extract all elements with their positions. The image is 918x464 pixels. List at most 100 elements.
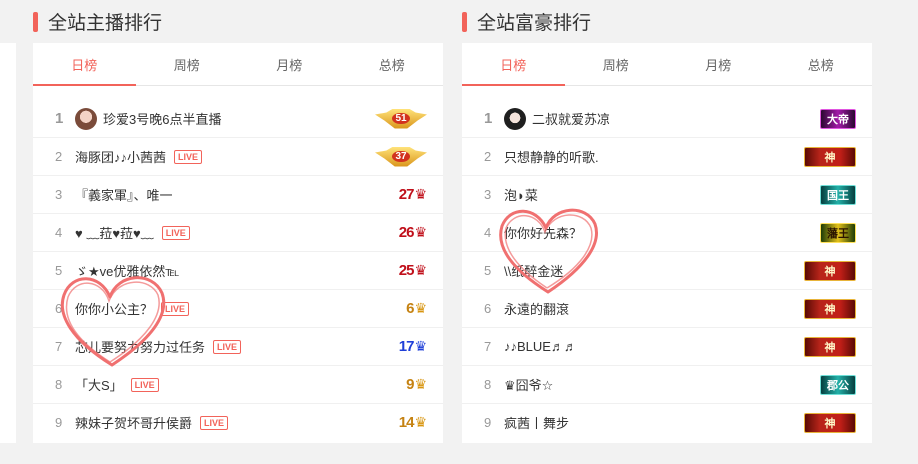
- live-badge: LIVE: [161, 225, 190, 240]
- rank-number: 8: [55, 377, 63, 392]
- user-name[interactable]: 只想静静的听歌.: [504, 147, 599, 166]
- user-name[interactable]: 你你好先森？: [504, 223, 582, 242]
- rank-number: 3: [55, 187, 63, 202]
- avatar[interactable]: [75, 107, 97, 130]
- rank-number: 2: [484, 149, 492, 164]
- section-title: 全站富豪排行: [477, 13, 592, 34]
- list-item[interactable]: 5 \\纸醉金迷 神: [462, 252, 872, 290]
- ranking-panel: 日榜 周榜 月榜 总榜 1 珍爱3号晚6点半直播 51 2 海豚团♪♪小茜茜 LIVE 37…: [33, 43, 443, 443]
- level-number: 9: [406, 376, 414, 393]
- list-item[interactable]: 8 「大S」 LIVE 9 ♛: [33, 366, 443, 404]
- anchor-name[interactable]: ゞ★ve优雅依然℡: [75, 261, 179, 280]
- tab-daily[interactable]: 日榜: [33, 43, 136, 86]
- tab-daily[interactable]: 日榜: [462, 43, 565, 86]
- list-item[interactable]: 6 永遠的翻滾 神: [462, 290, 872, 328]
- live-badge: LIVE: [161, 301, 190, 316]
- live-badge: LIVE: [200, 415, 229, 430]
- anchor-name[interactable]: 珍爱3号晚6点半直播: [103, 109, 221, 128]
- ranking-tabs: 日榜 周榜 月榜 总榜: [462, 43, 872, 86]
- rank-title-badge: 神: [804, 336, 856, 357]
- crown-icon: ♛: [414, 338, 427, 354]
- rich-ranking-section: 全站富豪排行 日榜 周榜 月榜 总榜 1 二叔就爱苏凉 大帝 2 只想静静的听歌. 神 3 泡…: [462, 0, 872, 443]
- user-name[interactable]: ♛囧爷☆: [504, 375, 553, 394]
- rank-title: 郡公: [820, 374, 856, 395]
- list-item[interactable]: 4 ♥ ﹏菈♥菈♥﹏ LIVE 26 ♛: [33, 214, 443, 252]
- tab-monthly[interactable]: 月榜: [238, 43, 341, 85]
- level-number: 14: [398, 414, 415, 431]
- section-header: 全站富豪排行: [462, 0, 872, 43]
- wing-level-icon: 37: [375, 146, 427, 167]
- rank-title: 藩王: [820, 222, 856, 243]
- list-item[interactable]: 3 『義家軍』、唯一 27 ♛: [33, 176, 443, 214]
- rank-title-badge: 神: [804, 146, 856, 167]
- section-marker: [33, 11, 38, 32]
- list-item[interactable]: 2 只想静静的听歌. 神: [462, 138, 872, 176]
- tab-total[interactable]: 总榜: [770, 43, 873, 85]
- rank-title-badge: 神: [804, 298, 856, 319]
- level-badge: 37: [375, 146, 427, 167]
- list-item[interactable]: 2 海豚团♪♪小茜茜 LIVE 37: [33, 138, 443, 176]
- wing-level-icon: 51: [375, 108, 427, 129]
- list-item[interactable]: 3 泡◗菜 国王: [462, 176, 872, 214]
- rank-number: 6: [55, 301, 63, 316]
- rank-number: 4: [484, 225, 492, 240]
- live-badge: LIVE: [130, 377, 159, 392]
- tab-total[interactable]: 总榜: [341, 43, 444, 85]
- level-number: 37: [392, 151, 410, 162]
- anchor-name[interactable]: 你你小公主？: [75, 299, 153, 318]
- list-item[interactable]: 9 疯茜丨舞步 神: [462, 404, 872, 441]
- ranking-panel: 日榜 周榜 月榜 总榜 1 二叔就爱苏凉 大帝 2 只想静静的听歌. 神 3 泡◗菜 国王 4 你你…: [462, 43, 872, 443]
- rank-number: 9: [55, 415, 63, 430]
- level-badge: 27 ♛: [399, 186, 427, 203]
- level-badge: 14 ♛: [399, 414, 427, 431]
- rank-number: 7: [484, 339, 492, 354]
- anchor-name[interactable]: 「大S」: [75, 375, 123, 394]
- list-item[interactable]: 7 ♪♪BLUE♬♬ 神: [462, 328, 872, 366]
- adjacent-panel-edge: [0, 43, 16, 443]
- tab-monthly[interactable]: 月榜: [667, 43, 770, 85]
- rank-title: 神: [804, 298, 856, 319]
- anchor-name[interactable]: 芯儿要努力努力过任务: [75, 337, 205, 356]
- level-badge: 17 ♛: [399, 338, 427, 355]
- user-name[interactable]: 永遠的翻滾: [504, 299, 569, 318]
- crown-icon: ♛: [414, 262, 427, 278]
- crown-icon: ♛: [414, 300, 427, 316]
- user-name[interactable]: 泡◗菜: [504, 185, 538, 204]
- list-item[interactable]: 8 ♛囧爷☆ 郡公: [462, 366, 872, 404]
- list-item[interactable]: 6 你你小公主？ LIVE 6 ♛: [33, 290, 443, 328]
- ranking-tabs: 日榜 周榜 月榜 总榜: [33, 43, 443, 86]
- rank-title-badge: 郡公: [820, 374, 856, 395]
- avatar[interactable]: [504, 107, 526, 130]
- user-name[interactable]: ♪♪BLUE♬♬: [504, 339, 577, 354]
- rank-number: 3: [484, 187, 492, 202]
- tab-weekly[interactable]: 周榜: [136, 43, 239, 85]
- list-item[interactable]: 4 你你好先森？ 藩王: [462, 214, 872, 252]
- section-header: 全站主播排行: [33, 0, 443, 43]
- anchor-name[interactable]: ♥ ﹏菈♥菈♥﹏: [75, 223, 154, 242]
- rank-title: 神: [804, 146, 856, 167]
- user-name[interactable]: 二叔就爱苏凉: [532, 109, 610, 128]
- anchor-name[interactable]: 海豚团♪♪小茜茜: [75, 147, 166, 166]
- user-name[interactable]: 疯茜丨舞步: [504, 413, 569, 432]
- rank-number: 2: [55, 149, 63, 164]
- list-item[interactable]: 5 ゞ★ve优雅依然℡ 25 ♛: [33, 252, 443, 290]
- rank-number: 7: [55, 339, 63, 354]
- tab-weekly[interactable]: 周榜: [565, 43, 668, 85]
- rank-number: 9: [484, 415, 492, 430]
- level-number: 26: [398, 224, 415, 241]
- level-badge: 6 ♛: [406, 300, 427, 317]
- list-item[interactable]: 1 珍爱3号晚6点半直播 51: [33, 100, 443, 138]
- rank-title-badge: 神: [804, 412, 856, 433]
- list-item[interactable]: 7 芯儿要努力努力过任务 LIVE 17 ♛: [33, 328, 443, 366]
- list-item[interactable]: 9 辣妹子贺坏哥升侯爵 LIVE 14 ♛: [33, 404, 443, 441]
- live-badge: LIVE: [174, 149, 203, 164]
- rank-title: 神: [804, 336, 856, 357]
- rank-number: 5: [55, 263, 63, 278]
- level-badge: 26 ♛: [399, 224, 427, 241]
- rank-number: 1: [55, 110, 64, 127]
- list-item[interactable]: 1 二叔就爱苏凉 大帝: [462, 100, 872, 138]
- rank-title-badge: 大帝: [820, 108, 856, 129]
- anchor-name[interactable]: 『義家軍』、唯一: [75, 185, 173, 204]
- anchor-name[interactable]: 辣妹子贺坏哥升侯爵: [75, 413, 192, 432]
- user-name[interactable]: \\纸醉金迷: [504, 261, 563, 280]
